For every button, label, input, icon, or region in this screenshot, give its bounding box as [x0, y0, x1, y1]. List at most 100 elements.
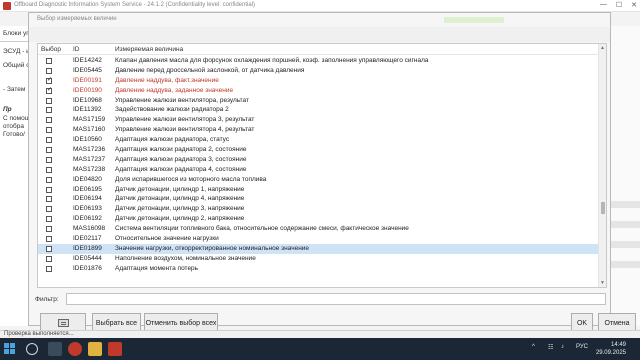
row-name: Датчик детонации, цилиндр 4, напряжение: [115, 195, 245, 203]
language-indicator[interactable]: РУС: [576, 344, 588, 350]
row-name: Клапан давления масла для форсунок охлаж…: [115, 57, 429, 64]
network-icon[interactable]: ☷: [548, 344, 553, 351]
row-checkbox[interactable]: [46, 127, 52, 134]
table-row[interactable]: IDE02117 Относительное значение нагрузки: [38, 234, 598, 244]
bg-text: отобра: [3, 123, 24, 130]
table-row[interactable]: MAS17238 Адаптация жалюзи радиатора 4, со…: [38, 165, 598, 175]
table-row[interactable]: IDE06192 Датчик детонации, цилиндр 2, нап…: [38, 214, 598, 224]
close-window-button[interactable]: ✕: [631, 1, 637, 9]
table-row[interactable]: IDE05445 Давление перед дроссельной засло…: [38, 66, 598, 76]
row-id: MAS17238: [73, 165, 106, 173]
scroll-up-icon[interactable]: ▲: [600, 45, 605, 51]
row-checkbox[interactable]: [46, 206, 52, 213]
row-name: Система вентиляции топливного бака, отно…: [115, 225, 409, 233]
row-id: IDE00190: [73, 86, 102, 94]
row-checkbox[interactable]: [46, 58, 52, 64]
tray-chevron-icon[interactable]: ^: [532, 344, 535, 350]
taskbar: ^ ☷ ♪ РУС 14:49 29.09.2025: [0, 338, 640, 360]
list-header: Выбор ID Измеряемая величина: [38, 44, 598, 55]
task-view-icon[interactable]: [48, 342, 62, 356]
row-id: IDE11392: [73, 106, 102, 114]
filter-input[interactable]: [66, 293, 606, 305]
opera-browser-icon[interactable]: [68, 342, 82, 356]
row-id: IDE04820: [73, 175, 102, 183]
row-name: Доля испарившегося из моторного масла то…: [115, 175, 267, 183]
start-button[interactable]: [4, 343, 16, 355]
table-row[interactable]: IDE06195 Датчик детонации, цилиндр 1, нап…: [38, 185, 598, 195]
bg-stripe: [611, 261, 640, 268]
maximize-button[interactable]: ☐: [616, 1, 622, 9]
table-row[interactable]: MAS17159 Управление жалюзи вентилятора 3,…: [38, 115, 598, 125]
row-id: IDE05444: [73, 254, 102, 262]
table-row[interactable]: IDE00191 Давление наддува, факт.значение: [38, 76, 598, 86]
list-scrollbar[interactable]: ▲ ▼: [598, 44, 606, 287]
table-row[interactable]: MAS16098 Система вентиляции топливного ба…: [38, 224, 598, 234]
table-row[interactable]: IDE01876 Адаптация момента потерь: [38, 264, 598, 274]
row-checkbox[interactable]: [46, 265, 52, 272]
table-row[interactable]: IDE01899 Значение нагрузки, откорректиров…: [38, 243, 598, 254]
row-checkbox[interactable]: [46, 166, 52, 173]
row-name: Датчик детонации, цилиндр 2, напряжение: [115, 215, 245, 223]
column-header-id[interactable]: ID: [73, 46, 80, 53]
dialog-title: Выбор измеряемых величин: [37, 16, 117, 22]
table-row[interactable]: MAS17237 Адаптация жалюзи радиатора 3, со…: [38, 155, 598, 165]
bg-text: - Затем: [3, 86, 26, 93]
row-checkbox[interactable]: [46, 186, 52, 193]
row-id: IDE06193: [73, 205, 102, 213]
row-name: Адаптация жалюзи радиатора, статус: [115, 136, 230, 144]
clock[interactable]: 14:49 29.09.2025: [596, 341, 626, 357]
table-row[interactable]: IDE06194 Датчик детонации, цилиндр 4, нап…: [38, 194, 598, 204]
row-checkbox[interactable]: [46, 236, 52, 243]
row-checkbox[interactable]: [46, 176, 52, 183]
file-explorer-icon[interactable]: [88, 342, 102, 356]
bg-stripe: [611, 201, 640, 208]
row-checkbox[interactable]: [46, 86, 52, 96]
table-row[interactable]: IDE11392 Задействование жалюзи радиатора …: [38, 105, 598, 115]
column-header-select[interactable]: Выбор: [41, 46, 61, 53]
row-checkbox[interactable]: [46, 117, 52, 124]
table-row[interactable]: IDE06193 Датчик детонации, цилиндр 3, нап…: [38, 204, 598, 214]
table-row[interactable]: MAS17236 Адаптация жалюзи радиатора 2, со…: [38, 145, 598, 155]
row-checkbox[interactable]: [46, 255, 52, 262]
row-id: IDE10968: [73, 96, 102, 104]
row-id: IDE01876: [73, 264, 102, 272]
row-checkbox[interactable]: [46, 216, 52, 223]
row-checkbox[interactable]: [46, 137, 52, 144]
table-row[interactable]: MAS17160 Управление жалюзи вентилятора 4,…: [38, 125, 598, 135]
column-header-name[interactable]: Измеряемая величина: [115, 46, 183, 53]
search-icon[interactable]: [26, 343, 38, 355]
scroll-down-icon[interactable]: ▼: [600, 280, 605, 286]
row-id: IDE02117: [73, 235, 102, 243]
row-id: IDE10560: [73, 136, 102, 144]
row-checkbox[interactable]: [46, 97, 52, 104]
row-checkbox[interactable]: [46, 226, 52, 233]
row-name: Значение нагрузки, откорректированное но…: [115, 244, 310, 252]
row-checkbox[interactable]: [46, 67, 52, 74]
table-row[interactable]: IDE04820 Доля испарившегося из моторного …: [38, 175, 598, 185]
odis-app-taskbar-icon[interactable]: [108, 342, 122, 356]
row-checkbox[interactable]: [46, 196, 52, 203]
row-name: Адаптация момента потерь: [115, 264, 199, 272]
measurements-list[interactable]: Выбор ID Измеряемая величина IDE14242 Кла…: [37, 43, 607, 288]
row-name: Адаптация жалюзи радиатора 2, состояние: [115, 146, 247, 154]
bg-text: Пр: [3, 106, 12, 113]
row-checkbox[interactable]: [46, 76, 52, 86]
table-row[interactable]: IDE10560 Адаптация жалюзи радиатора, стат…: [38, 135, 598, 145]
row-checkbox[interactable]: [46, 245, 52, 252]
row-id: IDE06195: [73, 185, 102, 193]
scrollbar-thumb[interactable]: [601, 202, 605, 214]
table-row[interactable]: IDE05444 Наполнение воздухом, номинальное…: [38, 254, 598, 264]
row-name: Управление жалюзи вентилятора 3, результ…: [115, 116, 255, 124]
minimize-button[interactable]: —: [600, 1, 607, 9]
row-name: Задействование жалюзи радиатора 2: [115, 106, 229, 114]
row-id: IDE00191: [73, 76, 102, 84]
row-name: Относительное значение нагрузки: [115, 235, 219, 243]
row-checkbox[interactable]: [46, 156, 52, 163]
table-row[interactable]: IDE10968 Управление жалюзи вентилятора, р…: [38, 96, 598, 106]
table-row[interactable]: IDE14242 Клапан давления масла для форсун…: [38, 56, 598, 66]
table-row[interactable]: IDE00190 Давление наддува, заданное значе…: [38, 86, 598, 96]
volume-icon[interactable]: ♪: [561, 344, 564, 350]
dialog-header-band: [29, 27, 610, 42]
row-checkbox[interactable]: [46, 107, 52, 114]
row-checkbox[interactable]: [46, 147, 52, 154]
